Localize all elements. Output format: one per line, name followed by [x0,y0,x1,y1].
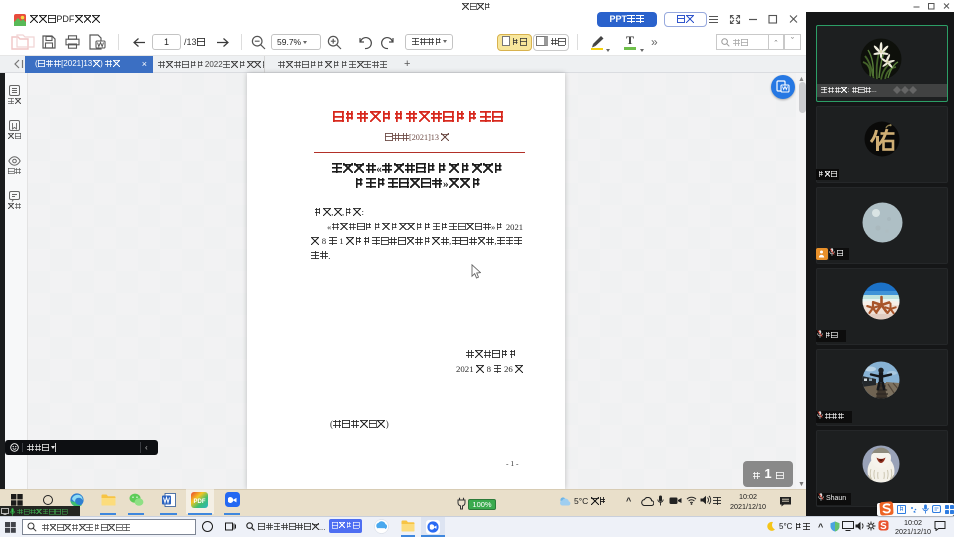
svg-text:PDF: PDF [194,499,206,505]
